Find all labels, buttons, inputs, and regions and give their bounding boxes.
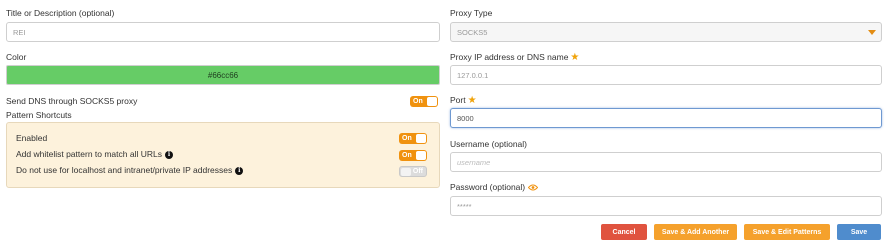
info-icon[interactable]: i: [164, 150, 173, 159]
toggle-knob: [416, 151, 426, 160]
color-value: #66cc66: [207, 70, 239, 80]
username-label: Username (optional): [450, 139, 528, 149]
password-input[interactable]: *****: [450, 196, 882, 216]
toggle-knob: [427, 97, 437, 106]
pattern-shortcuts-label: Pattern Shortcuts: [6, 110, 72, 120]
info-icon[interactable]: i: [235, 166, 244, 175]
port-label: Port ★: [450, 95, 477, 106]
color-picker[interactable]: #66cc66: [6, 65, 440, 85]
username-input[interactable]: username: [450, 152, 882, 172]
password-label: Password (optional): [450, 182, 539, 193]
proxy-type-select[interactable]: SOCKS5: [450, 22, 882, 42]
save-edit-patterns-button[interactable]: Save & Edit Patterns: [744, 224, 830, 240]
ip-input[interactable]: 127.0.0.1: [450, 65, 882, 85]
toggle-knob: [401, 168, 411, 176]
pattern-localhost-label: Do not use for localhost and intranet/pr…: [16, 165, 244, 175]
proxy-type-value: SOCKS5: [457, 27, 488, 37]
pattern-whitelist-label: Add whitelist pattern to match all URLs i: [16, 149, 173, 159]
proxy-type-label: Proxy Type: [450, 8, 493, 18]
ip-label: Proxy IP address or DNS name ★: [450, 52, 580, 63]
toggle-knob: [416, 134, 426, 143]
pattern-whitelist-toggle[interactable]: On: [399, 150, 427, 161]
pattern-enabled-label: Enabled: [16, 133, 48, 143]
required-star-icon: ★: [467, 95, 477, 106]
pattern-localhost-toggle[interactable]: Off: [399, 166, 427, 177]
eye-icon[interactable]: [527, 183, 539, 193]
cancel-button[interactable]: Cancel: [601, 224, 647, 240]
dns-label: Send DNS through SOCKS5 proxy: [6, 96, 138, 106]
pattern-shortcuts-panel: Enabled On Add whitelist pattern to matc…: [6, 122, 440, 188]
title-input[interactable]: REI: [6, 22, 440, 42]
chevron-down-icon: [868, 30, 876, 35]
title-label: Title or Description (optional): [6, 8, 115, 18]
color-label: Color: [6, 52, 27, 62]
pattern-enabled-toggle[interactable]: On: [399, 133, 427, 144]
required-star-icon: ★: [570, 52, 580, 63]
save-button[interactable]: Save: [837, 224, 881, 240]
dns-toggle[interactable]: On: [410, 96, 438, 107]
save-add-another-button[interactable]: Save & Add Another: [654, 224, 737, 240]
port-input[interactable]: 8000: [450, 108, 882, 128]
